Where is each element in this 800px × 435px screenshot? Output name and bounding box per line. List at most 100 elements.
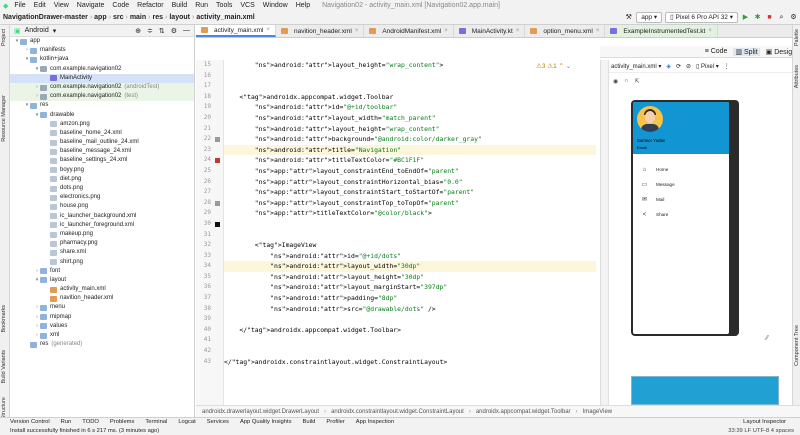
debug-icon[interactable]: ✱ [753,13,762,22]
tree-item[interactable]: shirt.png [10,258,194,267]
tree-item[interactable]: MainActivity [10,73,194,83]
xml-breadcrumb-item[interactable]: androidx.drawerlayout.widget.DrawerLayou… [202,409,319,415]
layout-inspector-button[interactable]: Layout Inspector [743,419,800,425]
tree-item[interactable]: electronics.png [10,193,194,202]
split-view-button[interactable]: ▥ Split [733,47,760,56]
hide-icon[interactable]: — [183,27,190,35]
settings-icon[interactable]: ⚙ [789,13,798,22]
tool-window-build-variants[interactable]: Build Variants [1,350,7,384]
tool-window-bookmarks[interactable]: Bookmarks [1,305,7,333]
tab-mainactivity-kt[interactable]: MainActivity.kt × [454,25,526,37]
more-icon[interactable]: ⋮ [724,63,730,70]
tree-item[interactable]: baseline_settings_24.xml [10,156,194,165]
project-view-select[interactable]: Android [25,27,49,34]
tree-item[interactable]: › xml [10,331,194,340]
breadcrumb-item[interactable]: src [113,14,124,21]
breadcrumb-item[interactable]: main [130,14,146,21]
tool-profiler[interactable]: Profiler [326,419,344,425]
xml-breadcrumb-item[interactable]: ImageView [583,409,613,415]
blueprint-icon[interactable]: ⊘ [686,63,691,70]
tree-item[interactable]: amzon.png [10,120,194,129]
tool-run[interactable]: Run [61,419,72,425]
eye-icon[interactable]: ◉ [613,78,618,85]
tool-logcat[interactable]: Logcat [178,419,195,425]
close-icon[interactable]: × [355,28,359,34]
collapse-icon[interactable]: ≑ [147,27,153,35]
resize-grip[interactable]: ⁄⁄ [766,335,768,342]
tool-window-project[interactable]: Project [1,29,7,46]
code-editor[interactable]: "ns">android:"attr">layout_height="wrap_… [224,60,596,405]
device-select[interactable]: ▯ Pixel 6 Pro API 32 ▾ [665,12,738,23]
tool-window-palette[interactable]: Palette [794,29,800,46]
tree-item[interactable]: ▾ layout [10,276,194,285]
tool-terminal[interactable]: Terminal [145,419,167,425]
tree-item[interactable]: baseline_mail_outline_24.xml [10,138,194,147]
tree-item[interactable]: diet.png [10,175,194,184]
xml-breadcrumb-item[interactable]: androidx.constraintlayout.widget.Constra… [331,409,464,415]
breadcrumb-item[interactable]: app [94,14,106,21]
close-icon[interactable]: × [266,27,270,33]
tree-item[interactable]: › menu [10,303,194,312]
layers-icon[interactable]: ◈ [666,63,671,70]
search-icon[interactable]: ⌕ [777,13,786,22]
tree-item[interactable]: navition_header.xml [10,294,194,303]
tool-window-attributes[interactable]: Attributes [794,65,800,88]
tree-item[interactable]: ic_launcher_background.xml [10,212,194,221]
close-icon[interactable]: × [708,28,712,34]
run-icon[interactable]: ▶ [741,13,750,22]
tree-item[interactable]: › com.example.navigation02 (test) [10,92,194,102]
tool-app-quality-insights[interactable]: App Quality Insights [240,419,292,425]
target-icon[interactable]: ⊕ [135,27,141,35]
menu-item-help[interactable]: Help [296,2,310,9]
tool-window-structure[interactable]: Structure [1,397,7,419]
menu-item-navigate[interactable]: Navigate [77,2,105,9]
tab-option-menu-xml[interactable]: option_menu.xml × [525,25,606,37]
magnet-icon[interactable]: ∩ [624,78,628,85]
menu-item-file[interactable]: File [14,2,25,9]
tab-activity-main-xml[interactable]: activity_main.xml × [196,25,276,37]
tool-problems[interactable]: Problems [110,419,134,425]
tree-item[interactable]: pharmacy.png [10,239,194,248]
breadcrumb-item[interactable]: NavigationDrawer-master [3,14,88,21]
menu-item-code[interactable]: Code [112,2,129,9]
inspection-widget[interactable]: ⚠3 ⚠1 ⌃ ⌄ [536,62,571,70]
tree-item[interactable]: ic_launcher_foreground.xml [10,221,194,230]
orientation-icon[interactable]: ⟳ [676,63,681,70]
tree-item[interactable]: ▾ drawable [10,111,194,120]
breadcrumb-item[interactable]: layout [169,14,190,21]
tree-item[interactable]: › font [10,267,194,276]
breadcrumb-item[interactable]: res [153,14,164,21]
tree-item[interactable]: baseline_message_24.xml [10,147,194,156]
tool-app-inspection[interactable]: App Inspection [356,419,394,425]
tree-item[interactable]: ▾ kotlin+java [10,55,194,64]
tool-version-control[interactable]: Version Control [10,419,50,425]
chevron-down-icon[interactable]: ▾ [53,27,57,35]
tree-item[interactable]: dots.png [10,184,194,193]
menu-item-refactor[interactable]: Refactor [137,2,163,9]
tree-item[interactable]: share.xml [10,248,194,257]
tab-navition-header-xml[interactable]: navition_header.xml × [276,25,365,37]
tree-item[interactable]: ▾ app [10,37,194,46]
tree-item[interactable]: activity_main.xml [10,285,194,294]
tree-item[interactable]: res (generated) [10,340,194,349]
tree-item[interactable]: › manifests [10,46,194,55]
tool-build[interactable]: Build [303,419,316,425]
code-view-button[interactable]: ≡ Code [705,48,728,55]
tree-item[interactable]: makeup.png [10,230,194,239]
breadcrumb-item[interactable]: activity_main.xml [196,14,254,21]
xml-breadcrumb-item[interactable]: androidx.appcompat.widget.Toolbar [476,409,571,415]
tree-item[interactable]: house.png [10,202,194,211]
tool-window-resource-manager[interactable]: Resource Manager [1,95,7,142]
zoom-icon[interactable]: ⇱ [635,78,640,85]
tree-item[interactable]: ▾ com.example.navigation02 [10,65,194,74]
tab-androidmanifest-xml[interactable]: AndroidManifest.xml × [364,25,454,37]
tree-item[interactable]: › mipmap [10,313,194,322]
close-icon[interactable]: × [444,28,448,34]
module-select[interactable]: app ▾ [636,12,663,23]
menu-item-edit[interactable]: Edit [34,2,46,9]
tree-item[interactable]: ▾ res [10,101,194,110]
design-device-select[interactable]: ▯ Pixel ▾ [696,63,719,70]
tree-item[interactable]: baseline_home_24.xml [10,129,194,138]
menu-item-run[interactable]: Run [195,2,208,9]
tree-item[interactable]: › values [10,322,194,331]
